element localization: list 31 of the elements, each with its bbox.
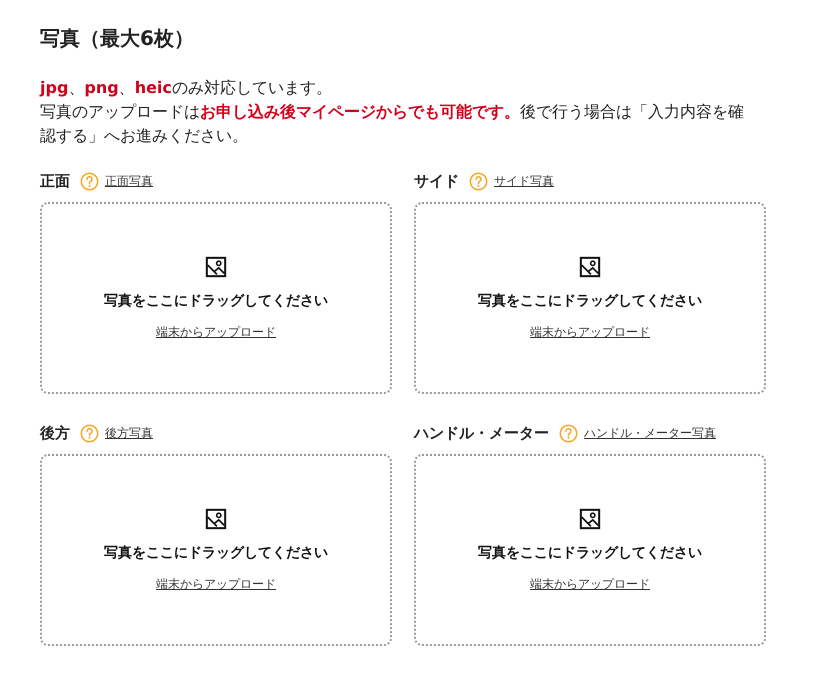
help-icon[interactable] bbox=[559, 424, 578, 442]
upload-link[interactable]: 端末からアップロード bbox=[530, 576, 650, 592]
notice-text: jpg、png、heicのみ対応しています。 bbox=[40, 77, 333, 99]
help-link[interactable]: サイド写真 bbox=[494, 172, 554, 190]
drop-instruction: 写真をここにドラッグしてください bbox=[478, 544, 702, 562]
drop-zone[interactable]: 写真をここにドラッグしてください 端末からアップロード bbox=[40, 202, 392, 394]
image-icon bbox=[205, 256, 227, 278]
slot-label: 後方 bbox=[40, 424, 70, 442]
drop-instruction: 写真をここにドラッグしてください bbox=[104, 544, 328, 562]
upload-link[interactable]: 端末からアップロード bbox=[156, 324, 276, 340]
help-icon[interactable] bbox=[80, 172, 99, 190]
help-icon[interactable] bbox=[469, 172, 488, 190]
help-link[interactable]: 後方写真 bbox=[105, 424, 153, 442]
drop-instruction: 写真をここにドラッグしてください bbox=[104, 292, 328, 310]
image-icon bbox=[579, 508, 601, 530]
slot-label: 正面 bbox=[40, 172, 70, 190]
drop-zone[interactable]: 写真をここにドラッグしてください 端末からアップロード bbox=[414, 202, 766, 394]
upload-link[interactable]: 端末からアップロード bbox=[156, 576, 276, 592]
image-icon bbox=[579, 256, 601, 278]
drop-zone[interactable]: 写真をここにドラッグしてください 端末からアップロード bbox=[40, 454, 392, 646]
image-icon bbox=[205, 508, 227, 530]
drop-instruction: 写真をここにドラッグしてください bbox=[478, 292, 702, 310]
upload-link[interactable]: 端末からアップロード bbox=[530, 324, 650, 340]
help-link[interactable]: 正面写真 bbox=[105, 172, 153, 190]
notice-text: 写真のアップロードはお申し込み後マイページからでも可能です。後で行う場合は「入力内容を確認する」へお進みください。 bbox=[40, 101, 745, 147]
slot-label: サイド bbox=[414, 172, 459, 190]
section-heading: 写真（最大6枚） bbox=[40, 25, 195, 52]
help-icon[interactable] bbox=[80, 424, 99, 442]
drop-zone[interactable]: 写真をここにドラッグしてください 端末からアップロード bbox=[414, 454, 766, 646]
help-link[interactable]: ハンドル・メーター写真 bbox=[584, 424, 716, 442]
slot-label: ハンドル・メーター bbox=[414, 424, 549, 442]
